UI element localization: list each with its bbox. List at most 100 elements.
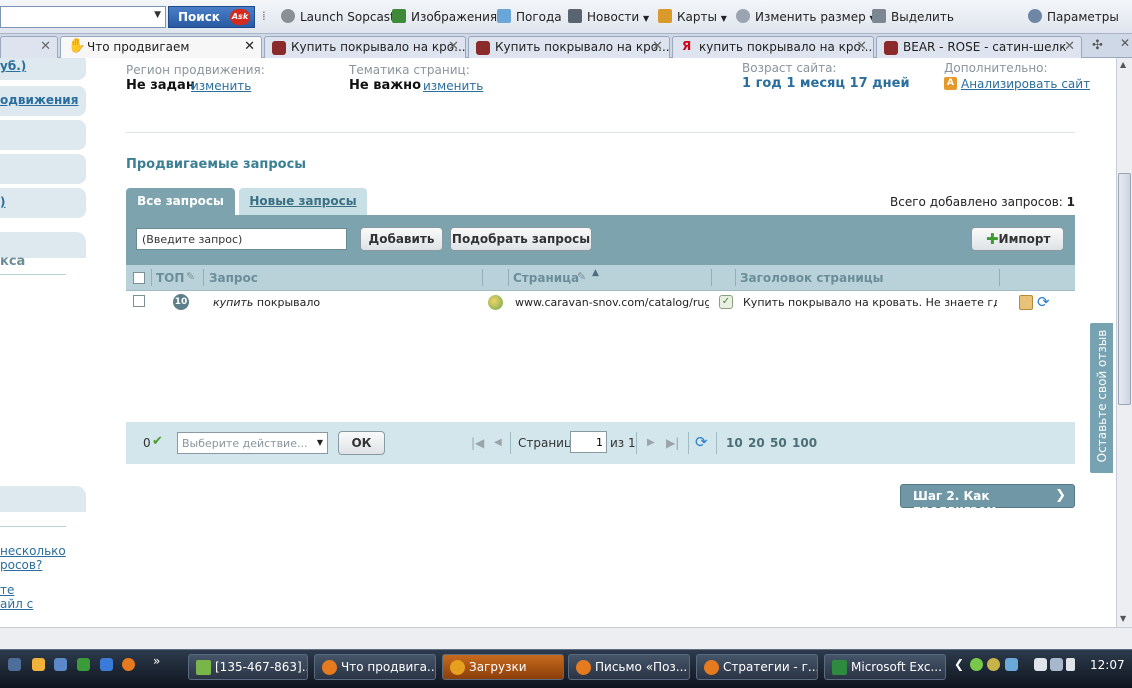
sidebar-help-link-2[interactable]: те [0, 583, 14, 597]
close-icon[interactable]: ✕ [244, 39, 255, 54]
media-player-icon[interactable] [32, 658, 45, 671]
close-icon[interactable]: ✕ [448, 39, 459, 54]
prev-page-icon[interactable]: ◀ [494, 437, 502, 448]
import-button[interactable]: ✚ Импорт [971, 227, 1064, 251]
tab-partial[interactable]: ✕ [0, 36, 58, 58]
sidebar-item-5[interactable] [0, 188, 86, 218]
ok-button[interactable]: ОК [338, 431, 385, 455]
sidebar-help-link-2b[interactable]: айл с [0, 597, 33, 611]
page-size-100[interactable]: 100 [792, 436, 817, 450]
task-item-3[interactable]: Загрузки [442, 654, 564, 680]
toolbar-sopcast[interactable]: Launch Sopcast [281, 9, 395, 24]
task-item-6[interactable]: Microsoft Exc... [824, 654, 946, 680]
action-select[interactable]: Выберите действие... ▼ [177, 432, 328, 454]
toolbar-weather[interactable]: Погода [497, 9, 562, 24]
column-top[interactable]: ТОП [156, 271, 184, 285]
toolbar-resize[interactable]: Изменить размер ▼ [736, 9, 876, 24]
suggest-queries-button[interactable]: Подобрать запросы [450, 227, 592, 251]
sidebar-link-2[interactable]: одвижения [0, 93, 78, 107]
tab-all-queries[interactable]: Все запросы [126, 188, 235, 215]
next-page-icon[interactable]: ▶ [647, 437, 655, 448]
page-size-20[interactable]: 20 [748, 436, 765, 450]
edit-icon[interactable] [1019, 295, 1033, 310]
volume-icon[interactable] [1066, 658, 1075, 671]
show-desktop-icon[interactable] [8, 658, 21, 671]
task-item-5[interactable]: Стратегии - г... [696, 654, 818, 680]
scroll-up-icon[interactable]: ▲ [1120, 60, 1126, 69]
sidebar-link-1[interactable]: уб.) [0, 59, 26, 73]
overflow-icon[interactable]: » [153, 654, 160, 668]
network-icon[interactable] [1050, 658, 1063, 671]
refresh-icon[interactable]: ⟳ [695, 433, 708, 451]
vertical-scrollbar[interactable]: ▲ ▼ [1116, 58, 1132, 627]
clock[interactable]: 12:07 [1090, 658, 1125, 672]
publisher-icon[interactable] [77, 658, 90, 671]
next-step-button[interactable]: Шаг 2. Как продвигаем ❯ [900, 484, 1075, 517]
toolbar-params[interactable]: Параметры [1028, 9, 1119, 24]
page-number-input[interactable] [570, 431, 607, 453]
toolbar-highlight[interactable]: Выделить [872, 9, 954, 24]
sort-asc-icon[interactable]: ▲ [592, 268, 599, 278]
new-tab-icon[interactable]: ✣ [1092, 38, 1103, 53]
tab-product-1[interactable]: Купить покрывало на кро... ✕ [264, 36, 466, 58]
refresh-icon[interactable]: ⟳ [1037, 293, 1050, 311]
add-query-button[interactable]: Добавить [360, 227, 443, 251]
first-page-icon[interactable]: |◀ [471, 436, 484, 450]
close-icon[interactable]: ✕ [652, 39, 663, 54]
tray-expand-icon[interactable]: ❮ [954, 657, 964, 671]
column-query[interactable]: Запрос [209, 271, 258, 285]
tab-bear-rose[interactable]: BEAR - ROSE - сатин-шелк ✕ [876, 36, 1082, 58]
tab-new-queries[interactable]: Новые запросы [239, 188, 367, 215]
feedback-tab[interactable]: Оставьте свой отзыв [1090, 323, 1113, 473]
toolbar-maps[interactable]: Карты ▼ [658, 9, 727, 24]
tab-what-promote[interactable]: ✋ Что продвигаем ✕ [60, 36, 262, 59]
close-icon[interactable]: ✕ [856, 39, 867, 54]
select-all-checkbox[interactable] [133, 272, 145, 284]
tray-icon-4[interactable] [1034, 658, 1047, 671]
close-icon[interactable]: ✕ [40, 39, 51, 54]
tab-yandex-search[interactable]: Я купить покрывало на кро... ✕ [672, 36, 874, 58]
task-item-1[interactable]: [135-467-863]... [188, 654, 308, 680]
row-checkbox[interactable] [133, 295, 145, 307]
sidebar-help-link-1b[interactable]: росов? [0, 558, 42, 572]
drive-icon[interactable] [100, 658, 113, 671]
page-size-10[interactable]: 10 [726, 436, 743, 450]
scroll-down-icon[interactable]: ▼ [1120, 614, 1126, 623]
tab-product-2[interactable]: Купить покрывало на кро... ✕ [468, 36, 670, 58]
last-page-icon[interactable]: ▶| [666, 436, 679, 450]
toolbar-news[interactable]: Новости ▼ [568, 9, 649, 24]
sidebar-link-3[interactable]: ) [0, 195, 5, 209]
task-item-4[interactable]: Письмо «Поз... [568, 654, 690, 680]
desktop-icon[interactable] [54, 658, 67, 671]
close-icon[interactable]: ✕ [1064, 39, 1075, 54]
page-check-icon[interactable]: ✓ [719, 295, 733, 309]
tray-icon-3[interactable] [1005, 658, 1018, 671]
table-row[interactable]: 10 купить покрывало www.caravan-snov.com… [126, 292, 1075, 312]
query-input[interactable] [136, 228, 347, 250]
toolbar-search-button[interactable]: Поиск Ask [168, 6, 255, 28]
analyze-site-link[interactable]: Анализировать сайт [961, 77, 1090, 91]
globe-icon[interactable] [488, 295, 503, 310]
column-page[interactable]: Страница [513, 271, 579, 285]
firefox-icon[interactable] [122, 658, 135, 671]
toolbar-images[interactable]: Изображения [392, 9, 497, 24]
sidebar-item-3[interactable] [0, 120, 86, 150]
task-item-2[interactable]: Что продвига... [314, 654, 436, 680]
tray-icon-2[interactable] [987, 658, 1000, 671]
region-change-link[interactable]: изменить [191, 79, 251, 93]
sidebar-help-link-1[interactable]: несколько [0, 544, 66, 558]
pencil-icon[interactable]: ✎ [186, 270, 195, 283]
row-page-url[interactable]: www.caravan-snov.com/catalog/rug/lux [515, 296, 709, 309]
pencil-icon[interactable]: ✎ [577, 270, 586, 283]
tray-icon-1[interactable] [970, 658, 983, 671]
column-title[interactable]: Заголовок страницы [740, 271, 884, 285]
chevron-down-icon: ▼ [643, 14, 650, 23]
topic-change-link[interactable]: изменить [423, 79, 483, 93]
page-size-50[interactable]: 50 [770, 436, 787, 450]
toolbar-item-label: Новости [587, 10, 640, 24]
scrollbar-thumb[interactable] [1118, 173, 1131, 405]
toolbar-search-input[interactable]: ▼ [0, 6, 166, 28]
sidebar-item-4[interactable] [0, 154, 86, 184]
tab-scroll-icon[interactable]: ✕ [1120, 36, 1130, 50]
chevron-down-icon[interactable]: ▼ [154, 10, 161, 20]
